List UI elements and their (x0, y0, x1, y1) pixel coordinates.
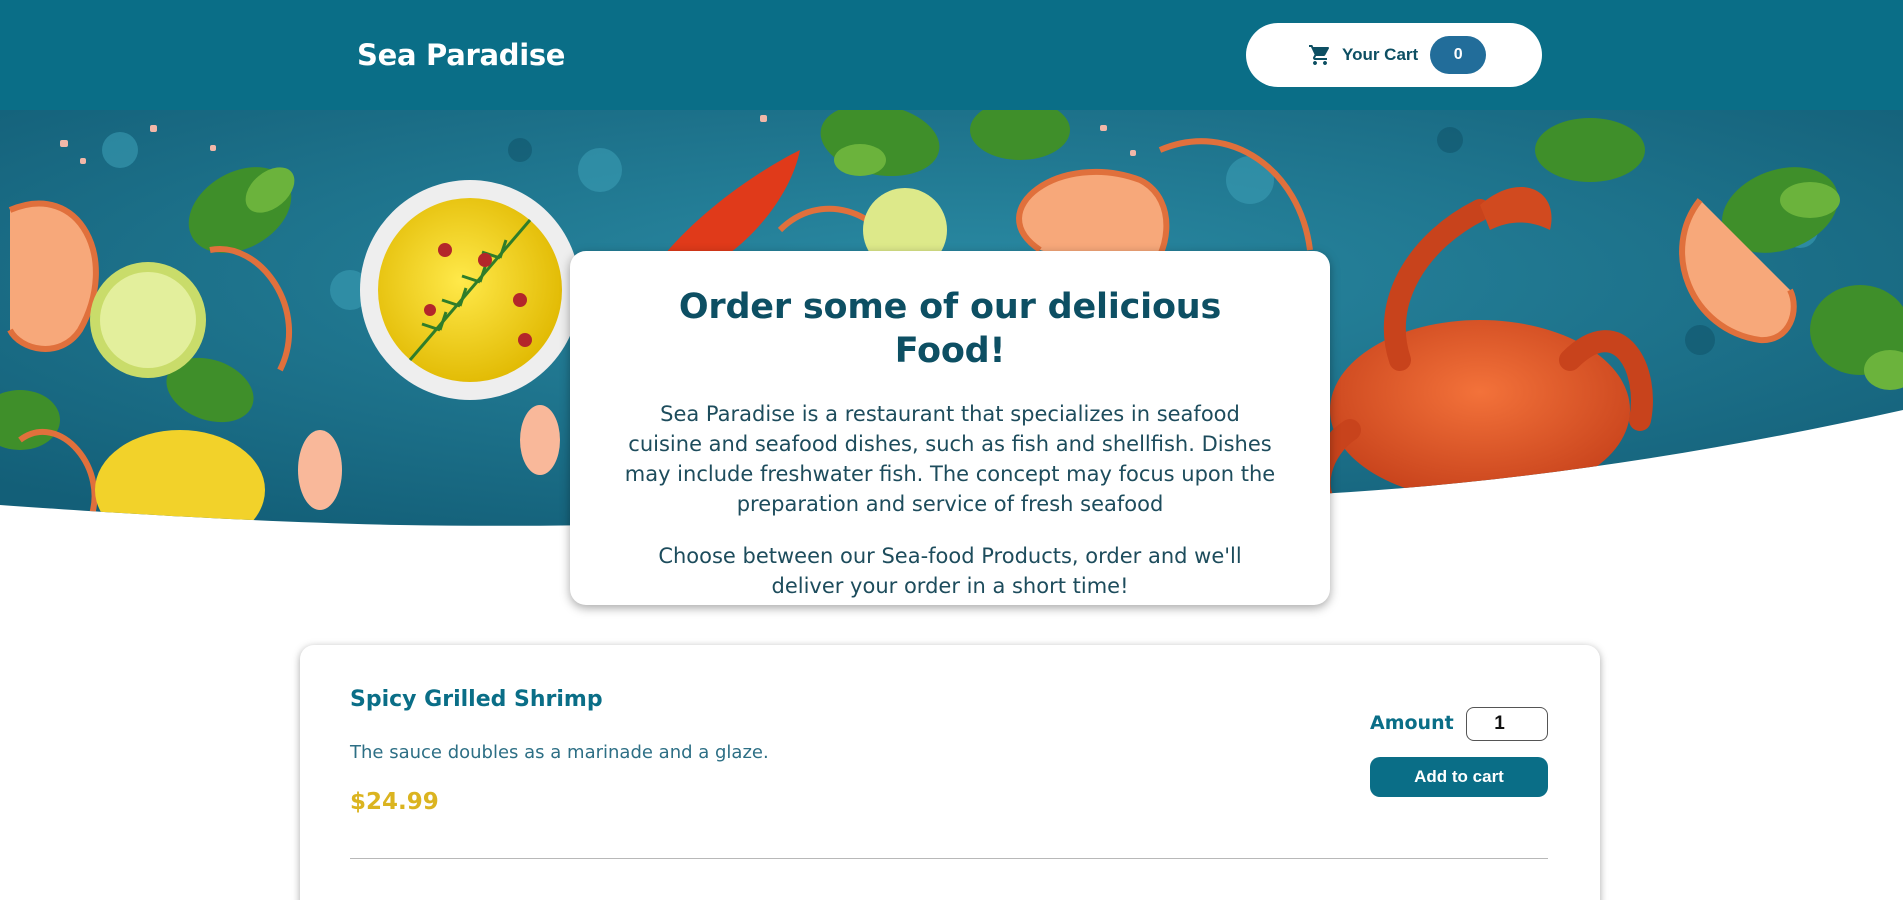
top-bar: Sea Paradise Your Cart 0 (0, 0, 1903, 110)
amount-input[interactable] (1466, 707, 1548, 741)
logo: Sea Paradise (357, 38, 566, 72)
page: Sea Paradise Your Cart 0 Order some of o… (0, 0, 1903, 900)
cart-button[interactable]: Your Cart 0 (1246, 23, 1542, 87)
summary-description: Sea Paradise is a restaurant that specia… (624, 402, 1276, 516)
meal-description: The sauce doubles as a marinade and a gl… (350, 742, 769, 763)
meal-item: Spicy Grilled Shrimp The sauce doubles a… (350, 645, 1548, 859)
summary-title: Order some of our delicious Food! (678, 287, 1222, 371)
meal-name: Spicy Grilled Shrimp (350, 687, 603, 712)
meal-price: $24.99 (350, 789, 439, 815)
cart-label: Your Cart (1342, 45, 1419, 64)
cart-icon (1308, 43, 1332, 67)
meals-list: Spicy Grilled Shrimp The sauce doubles a… (300, 645, 1600, 900)
amount-label: Amount (1370, 712, 1454, 734)
cart-count-badge: 0 (1430, 36, 1487, 74)
summary-card: Order some of our delicious Food! Sea Pa… (570, 251, 1330, 605)
add-to-cart-button[interactable]: Add to cart (1370, 757, 1548, 797)
summary-call-to-action: Choose between our Sea-food Products, or… (658, 544, 1242, 598)
